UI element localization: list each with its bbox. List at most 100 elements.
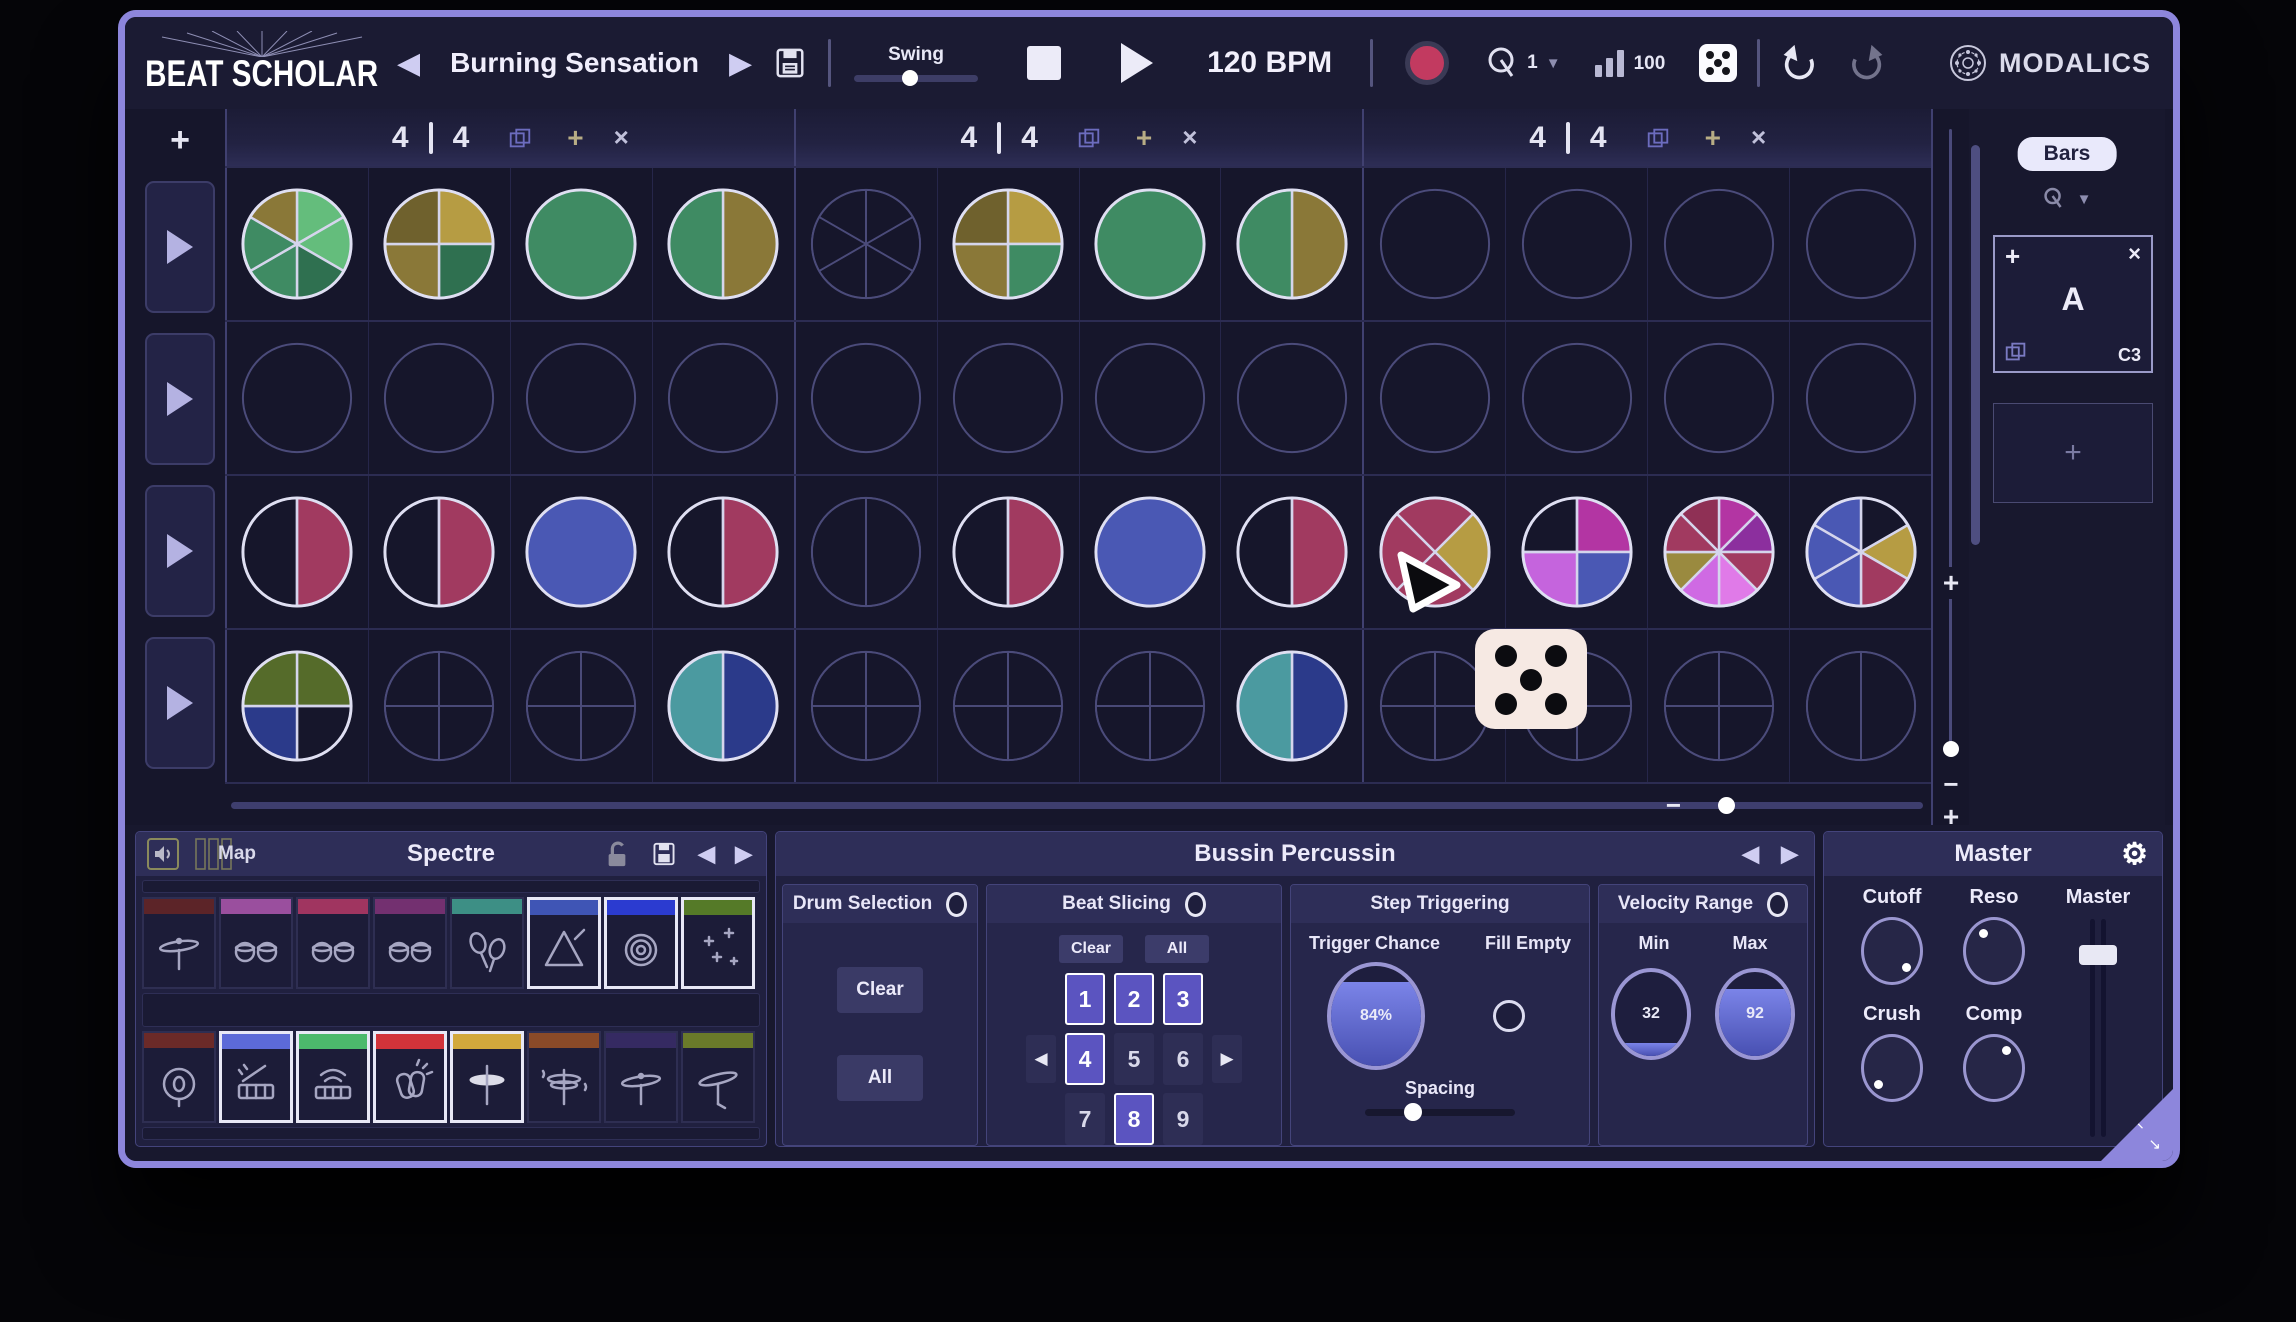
beat-circle-r4-b8[interactable] [1220, 630, 1362, 782]
level-value[interactable]: 100 [1634, 53, 1666, 75]
beat-circle-r3-b7[interactable] [1079, 476, 1221, 628]
redo-icon[interactable] [1846, 43, 1886, 83]
beat-circle-r2-b6[interactable] [937, 322, 1079, 474]
beat-circle-r4-b12[interactable] [1789, 630, 1931, 782]
add-section-button[interactable]: + [1705, 122, 1721, 154]
beat-circle-r2-b3[interactable] [510, 322, 652, 474]
preset-next-icon[interactable]: ▶ [729, 46, 752, 81]
slice-count-5[interactable]: 5 [1114, 1033, 1154, 1085]
remove-section-button[interactable]: × [1751, 122, 1766, 153]
bars-quantize-icon[interactable] [2043, 187, 2067, 211]
beat-circle-r3-b12[interactable] [1789, 476, 1931, 628]
bar-copy-icon[interactable] [2003, 339, 2029, 365]
bars-dropdown-icon[interactable]: ▼ [2077, 191, 2092, 208]
slicing-next-icon[interactable]: ▶ [1212, 1035, 1242, 1083]
beat-circle-r2-b5[interactable] [796, 322, 937, 474]
beat-circle-r1-b10[interactable] [1505, 168, 1647, 320]
master-fader-handle[interactable] [2079, 945, 2117, 965]
time-sig-denominator[interactable]: 4 [1590, 121, 1607, 155]
play-button[interactable] [1121, 43, 1153, 83]
trigger-chance-knob[interactable]: 84% [1327, 962, 1425, 1070]
randomize-dice-icon[interactable] [1699, 44, 1737, 82]
slice-count-7[interactable]: 7 [1065, 1093, 1105, 1145]
beat-circle-r4-b11[interactable] [1647, 630, 1789, 782]
slice-count-9[interactable]: 9 [1163, 1093, 1203, 1145]
bar-remove-icon[interactable]: × [2128, 241, 2141, 267]
drum-pad-crash-cymbal[interactable] [681, 1031, 755, 1123]
row-zoom-in-button[interactable]: + [1933, 567, 1969, 599]
vertical-scroll-track[interactable] [1949, 129, 1952, 749]
drum-pad-hi-hat[interactable] [450, 1031, 524, 1123]
drum-pad-bongos[interactable] [219, 897, 293, 989]
beat-circle-r3-b4[interactable] [652, 476, 794, 628]
bar-card-a[interactable]: + × A C3 [1993, 235, 2153, 373]
drum-pad-triangle[interactable] [527, 897, 601, 989]
undo-icon[interactable] [1780, 43, 1820, 83]
beat-circle-r1-b3[interactable] [510, 168, 652, 320]
beat-circle-r4-b4[interactable] [652, 630, 794, 782]
beat-circle-r4-b6[interactable] [937, 630, 1079, 782]
drum-selection-all-button[interactable]: All [837, 1055, 923, 1101]
slicing-prev-icon[interactable]: ◀ [1026, 1035, 1056, 1083]
cutoff-knob[interactable] [1861, 917, 1923, 985]
preset-name[interactable]: Burning Sensation [450, 47, 699, 79]
reso-knob[interactable] [1963, 917, 2025, 985]
beat-circle-r1-b4[interactable] [652, 168, 794, 320]
row-play-button-2[interactable] [145, 333, 215, 465]
swing-slider-handle[interactable] [902, 70, 918, 86]
beat-circle-r1-b11[interactable] [1647, 168, 1789, 320]
horizontal-scroll-handle[interactable] [1718, 797, 1735, 814]
beat-circle-r2-b8[interactable] [1220, 322, 1362, 474]
library-prev-icon[interactable]: ◀ [698, 841, 715, 867]
slice-count-8[interactable]: 8 [1114, 1093, 1154, 1145]
map-label[interactable]: Map [218, 843, 256, 865]
master-fader[interactable] [2077, 919, 2119, 1137]
bpm-display[interactable]: 120 BPM [1207, 46, 1332, 80]
gear-icon[interactable]: ⚙ [2121, 837, 2148, 872]
slice-count-6[interactable]: 6 [1163, 1033, 1203, 1085]
drum-pad-coil[interactable] [604, 897, 678, 989]
beat-circle-r1-b6[interactable] [937, 168, 1079, 320]
row-play-button-1[interactable] [145, 181, 215, 313]
beat-circle-r4-b3[interactable] [510, 630, 652, 782]
drum-pad-sizzle-hat[interactable] [527, 1031, 601, 1123]
fill-empty-toggle[interactable] [1493, 1000, 1525, 1032]
lock-icon[interactable] [604, 839, 630, 869]
stop-button[interactable] [1027, 46, 1061, 80]
crush-knob[interactable] [1861, 1034, 1923, 1102]
vertical-scroll-handle[interactable] [1933, 741, 1969, 762]
bars-scrollbar[interactable] [1971, 145, 1980, 545]
remove-section-button[interactable]: × [614, 122, 629, 153]
remove-section-button[interactable]: × [1182, 122, 1197, 153]
beat-circle-r3-b6[interactable] [937, 476, 1079, 628]
library-save-icon[interactable] [650, 839, 678, 869]
drum-pad-ride-cymbal[interactable] [142, 897, 216, 989]
library-next-icon[interactable]: ▶ [735, 841, 752, 867]
velocity-max-knob[interactable]: 92 [1715, 968, 1795, 1060]
drum-pad-bongos[interactable] [373, 897, 447, 989]
slicing-clear-button[interactable]: Clear [1059, 935, 1123, 963]
beat-circle-r2-b11[interactable] [1647, 322, 1789, 474]
slice-count-4[interactable]: 4 [1065, 1033, 1105, 1085]
level-bars-icon[interactable] [1595, 49, 1624, 77]
time-sig-numerator[interactable]: 4 [1529, 121, 1546, 155]
add-row-button[interactable]: + [170, 121, 190, 160]
beat-circle-r2-b2[interactable] [368, 322, 510, 474]
swing-slider[interactable] [854, 75, 978, 82]
kit-prev-icon[interactable]: ◀ [1742, 841, 1759, 867]
beat-circle-r3-b5[interactable] [796, 476, 937, 628]
beat-circle-r1-b9[interactable] [1364, 168, 1505, 320]
drum-selection-clear-button[interactable]: Clear [837, 967, 923, 1013]
beat-circle-r1-b12[interactable] [1789, 168, 1931, 320]
beat-circle-r2-b9[interactable] [1364, 322, 1505, 474]
beat-circle-r3-b10[interactable] [1505, 476, 1647, 628]
record-button[interactable] [1405, 41, 1449, 85]
beat-circle-r2-b4[interactable] [652, 322, 794, 474]
drum-pad-electronic-pad[interactable] [296, 1031, 370, 1123]
drum-pad-kick-drum[interactable] [142, 1031, 216, 1123]
beat-slicing-indicator-icon[interactable] [1185, 892, 1206, 917]
horizontal-zoom-in-button[interactable]: + [1933, 801, 1969, 833]
beat-circle-r2-b10[interactable] [1505, 322, 1647, 474]
slicing-all-button[interactable]: All [1145, 935, 1209, 963]
slice-count-1[interactable]: 1 [1065, 973, 1105, 1025]
